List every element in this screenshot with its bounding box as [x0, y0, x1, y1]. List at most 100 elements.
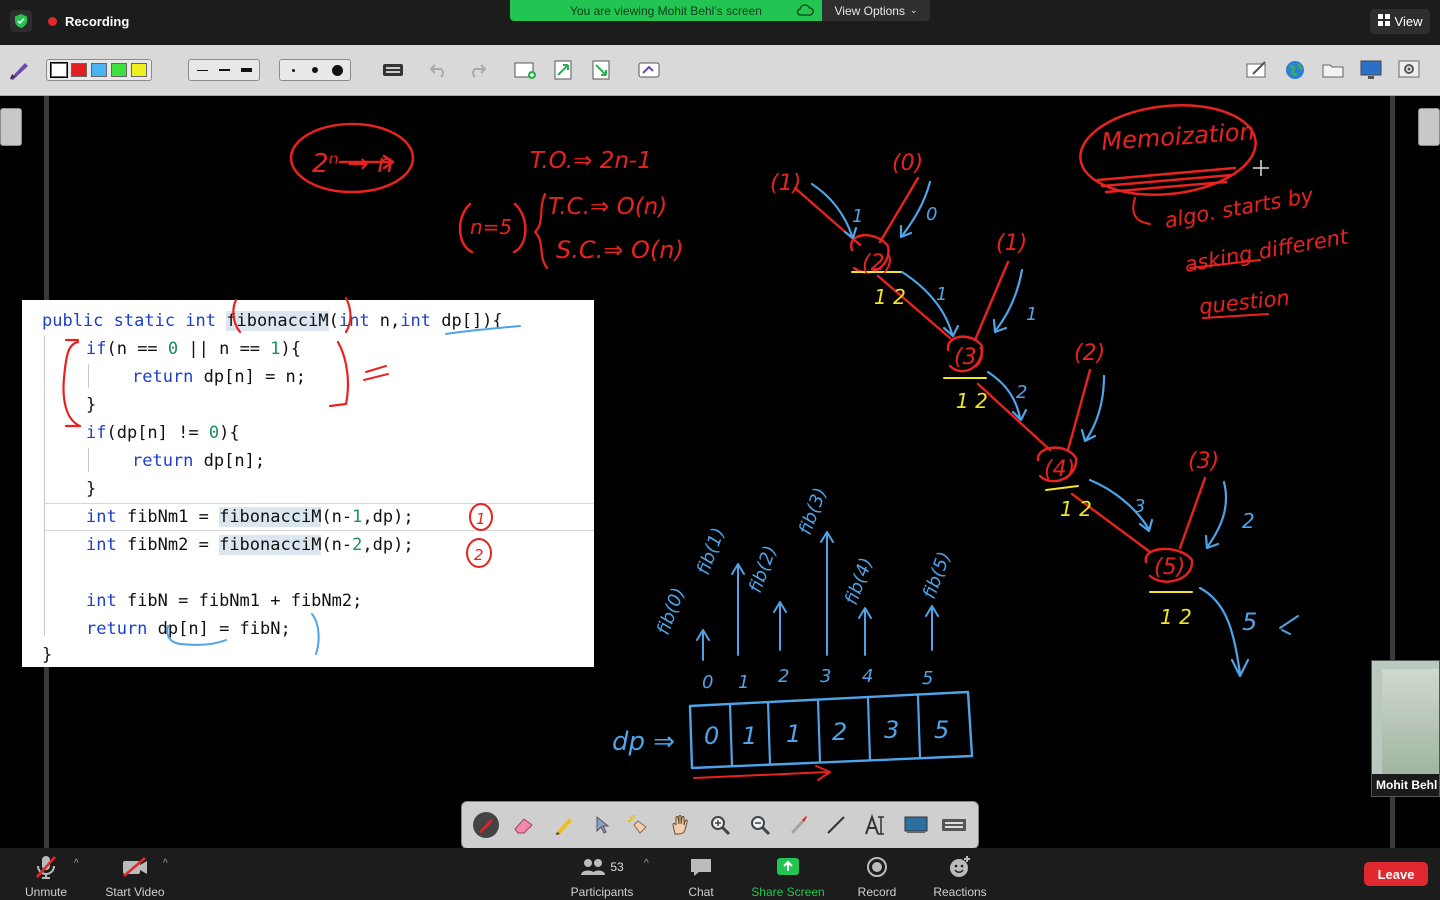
complexity-brace — [533, 192, 549, 270]
chevron-down-icon: ⌄ — [909, 5, 918, 15]
participants-button[interactable]: 53 Participants — [566, 853, 638, 899]
memo-circle — [1079, 104, 1257, 196]
dp-cell-0: 0 — [704, 722, 719, 750]
return-value: 1 — [1026, 304, 1037, 325]
monitor-icon[interactable] — [1358, 57, 1384, 83]
recording-indicator[interactable]: Recording — [10, 9, 129, 33]
code-keyword: int — [86, 535, 117, 555]
code-line: } — [86, 476, 96, 502]
undo-icon[interactable] — [426, 57, 452, 83]
indent-guide — [88, 448, 89, 472]
dp-array-dividers — [728, 694, 922, 768]
thin-line-icon[interactable] — [193, 63, 211, 77]
red-swatch[interactable] — [71, 63, 87, 77]
pointer-icon[interactable] — [588, 811, 616, 839]
white-swatch[interactable] — [50, 62, 68, 78]
memo-underline — [1096, 166, 1237, 194]
memo-note-underline — [1189, 259, 1269, 319]
zoom-in-icon[interactable] — [706, 811, 734, 839]
next-page-icon[interactable] — [588, 57, 614, 83]
pen-tool-button[interactable] — [472, 811, 500, 839]
dp-index-0: 0 — [702, 672, 713, 693]
keyboard-icon[interactable] — [380, 57, 406, 83]
memo-note-line-3: question — [1198, 286, 1291, 319]
text-tool-icon[interactable] — [862, 811, 890, 839]
hand-icon[interactable] — [666, 811, 694, 839]
return-arrow-icon — [986, 370, 1028, 422]
participants-label: Participants — [570, 885, 634, 899]
tree-edge — [1178, 476, 1207, 550]
whiteboard-icon[interactable] — [902, 811, 930, 839]
code-keyword: return — [86, 619, 148, 639]
code-number: 1 — [352, 507, 363, 527]
start-video-button[interactable]: Start Video — [100, 853, 170, 899]
green-swatch[interactable] — [111, 63, 127, 77]
settings-icon[interactable] — [1396, 57, 1422, 83]
share-screen-label: Share Screen — [751, 885, 825, 899]
code-token: (dp[n] != — [106, 423, 209, 443]
arrow-icon — [338, 154, 395, 170]
dp-index-4: 4 — [862, 666, 873, 687]
tree-edge — [876, 274, 952, 340]
meeting-controls-bar: Unmute ^ Start Video ^ 53 Participants ^… — [0, 848, 1440, 900]
record-button[interactable]: Record — [855, 853, 899, 899]
leave-button[interactable]: Leave — [1364, 862, 1428, 886]
dp-index-5: 5 — [922, 668, 933, 689]
code-token: fibNm2 = — [116, 535, 220, 555]
clear-whiteboard-icon[interactable] — [636, 57, 662, 83]
highlighter-icon[interactable] — [550, 811, 578, 839]
new-page-icon[interactable] — [512, 57, 538, 83]
eraser-icon[interactable] — [510, 811, 538, 839]
chat-label: Chat — [688, 885, 714, 899]
previous-page-icon[interactable] — [550, 57, 576, 83]
tree-edge — [878, 176, 920, 244]
view-options-dropdown[interactable]: View Options ⌄ — [822, 0, 930, 21]
participants-count: 53 — [610, 860, 624, 874]
right-panel-handle[interactable] — [1418, 108, 1440, 146]
child-order-label: 1 2 — [956, 389, 988, 413]
recording-dot-icon — [48, 16, 57, 26]
code-token: ( — [328, 311, 339, 331]
keyboard-icon[interactable] — [940, 811, 968, 839]
brush-icon[interactable] — [784, 811, 812, 839]
reactions-button[interactable]: Reactions — [930, 853, 990, 899]
code-method-name: fibonacciM — [219, 507, 322, 527]
view-button[interactable]: View — [1370, 9, 1430, 34]
code-keyword: return — [132, 367, 194, 387]
chat-icon — [689, 853, 713, 881]
unmute-button[interactable]: Unmute — [22, 853, 70, 899]
left-panel-handle[interactable] — [0, 108, 22, 146]
line-tool-icon[interactable] — [822, 811, 850, 839]
share-screen-button[interactable]: Share Screen — [749, 853, 827, 899]
view-button-label: View — [1394, 14, 1423, 29]
thick-line-icon[interactable] — [237, 63, 255, 77]
blue-swatch[interactable] — [91, 63, 107, 77]
small-dot-icon[interactable] — [284, 63, 302, 77]
check-icon — [1279, 615, 1299, 635]
up-arrow-icon — [731, 563, 745, 656]
audio-options-chevron-icon[interactable]: ^ — [74, 858, 79, 869]
redo-icon[interactable] — [464, 57, 490, 83]
globe-icon[interactable] — [1282, 57, 1308, 83]
tree-edge — [1070, 492, 1152, 554]
webcam-thumbnail[interactable]: Mohit Behl — [1371, 660, 1440, 797]
code-token: dp[n] = fibN; — [147, 619, 291, 639]
zoom-out-icon[interactable] — [746, 811, 774, 839]
video-options-chevron-icon[interactable]: ^ — [163, 858, 168, 869]
medium-line-icon[interactable] — [215, 63, 233, 77]
large-dot-icon[interactable] — [328, 63, 346, 77]
yellow-swatch[interactable] — [131, 63, 147, 77]
participants-options-chevron-icon[interactable]: ^ — [644, 858, 649, 869]
folder-icon[interactable] — [1320, 57, 1346, 83]
code-keyword: int — [400, 311, 431, 331]
power-text: 2ⁿ → n — [312, 149, 394, 179]
code-token: } — [86, 479, 97, 499]
pen-tool-icon[interactable] — [6, 57, 32, 83]
medium-dot-icon[interactable] — [306, 63, 324, 77]
code-token: (n- — [321, 507, 353, 527]
spotlight-icon[interactable] — [624, 811, 652, 839]
return-value: 0 — [926, 204, 937, 225]
chat-button[interactable]: Chat — [684, 853, 718, 899]
return-value: 3 — [1134, 496, 1145, 517]
edit-whiteboard-icon[interactable] — [1244, 57, 1270, 83]
